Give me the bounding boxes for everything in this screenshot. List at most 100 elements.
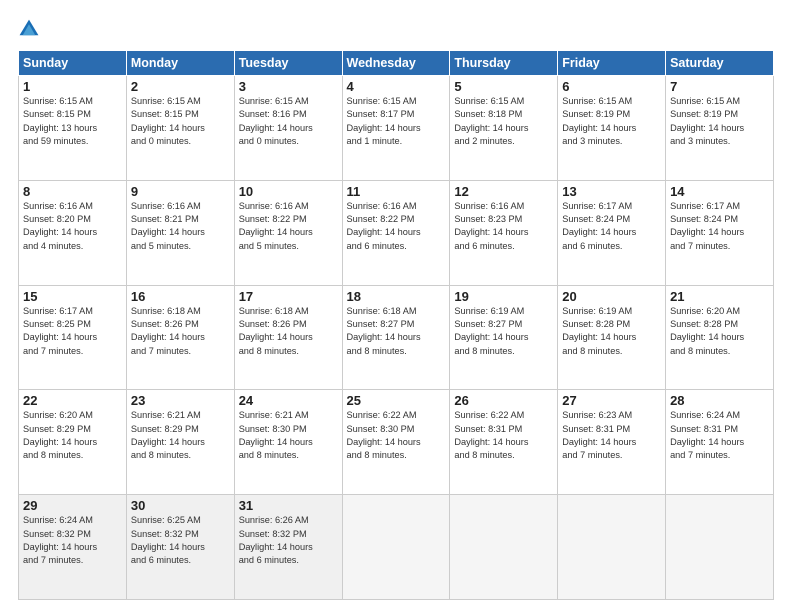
calendar-week-row: 1Sunrise: 6:15 AMSunset: 8:15 PMDaylight… <box>19 76 774 181</box>
day-info: Sunrise: 6:18 AMSunset: 8:26 PMDaylight:… <box>239 305 338 358</box>
calendar-cell: 16Sunrise: 6:18 AMSunset: 8:26 PMDayligh… <box>126 285 234 390</box>
day-number: 11 <box>347 184 446 199</box>
day-info: Sunrise: 6:15 AMSunset: 8:15 PMDaylight:… <box>131 95 230 148</box>
calendar-cell: 31Sunrise: 6:26 AMSunset: 8:32 PMDayligh… <box>234 495 342 600</box>
calendar-cell: 8Sunrise: 6:16 AMSunset: 8:20 PMDaylight… <box>19 180 127 285</box>
calendar-cell: 26Sunrise: 6:22 AMSunset: 8:31 PMDayligh… <box>450 390 558 495</box>
day-number: 23 <box>131 393 230 408</box>
calendar-cell: 21Sunrise: 6:20 AMSunset: 8:28 PMDayligh… <box>666 285 774 390</box>
day-info: Sunrise: 6:17 AMSunset: 8:25 PMDaylight:… <box>23 305 122 358</box>
day-number: 31 <box>239 498 338 513</box>
day-info: Sunrise: 6:16 AMSunset: 8:22 PMDaylight:… <box>239 200 338 253</box>
calendar-week-row: 22Sunrise: 6:20 AMSunset: 8:29 PMDayligh… <box>19 390 774 495</box>
day-info: Sunrise: 6:15 AMSunset: 8:18 PMDaylight:… <box>454 95 553 148</box>
calendar-cell: 11Sunrise: 6:16 AMSunset: 8:22 PMDayligh… <box>342 180 450 285</box>
day-number: 21 <box>670 289 769 304</box>
day-number: 25 <box>347 393 446 408</box>
day-number: 8 <box>23 184 122 199</box>
day-info: Sunrise: 6:25 AMSunset: 8:32 PMDaylight:… <box>131 514 230 567</box>
day-info: Sunrise: 6:17 AMSunset: 8:24 PMDaylight:… <box>670 200 769 253</box>
calendar-cell: 23Sunrise: 6:21 AMSunset: 8:29 PMDayligh… <box>126 390 234 495</box>
calendar-week-row: 15Sunrise: 6:17 AMSunset: 8:25 PMDayligh… <box>19 285 774 390</box>
calendar-week-row: 29Sunrise: 6:24 AMSunset: 8:32 PMDayligh… <box>19 495 774 600</box>
logo <box>18 18 44 40</box>
calendar-cell <box>450 495 558 600</box>
day-info: Sunrise: 6:21 AMSunset: 8:29 PMDaylight:… <box>131 409 230 462</box>
calendar-header-row: SundayMondayTuesdayWednesdayThursdayFrid… <box>19 51 774 76</box>
day-info: Sunrise: 6:18 AMSunset: 8:26 PMDaylight:… <box>131 305 230 358</box>
day-info: Sunrise: 6:19 AMSunset: 8:28 PMDaylight:… <box>562 305 661 358</box>
day-number: 10 <box>239 184 338 199</box>
day-info: Sunrise: 6:19 AMSunset: 8:27 PMDaylight:… <box>454 305 553 358</box>
day-info: Sunrise: 6:23 AMSunset: 8:31 PMDaylight:… <box>562 409 661 462</box>
day-info: Sunrise: 6:15 AMSunset: 8:19 PMDaylight:… <box>562 95 661 148</box>
day-info: Sunrise: 6:21 AMSunset: 8:30 PMDaylight:… <box>239 409 338 462</box>
day-header-sunday: Sunday <box>19 51 127 76</box>
day-header-saturday: Saturday <box>666 51 774 76</box>
calendar-cell: 30Sunrise: 6:25 AMSunset: 8:32 PMDayligh… <box>126 495 234 600</box>
calendar-cell: 2Sunrise: 6:15 AMSunset: 8:15 PMDaylight… <box>126 76 234 181</box>
calendar-cell: 19Sunrise: 6:19 AMSunset: 8:27 PMDayligh… <box>450 285 558 390</box>
day-info: Sunrise: 6:26 AMSunset: 8:32 PMDaylight:… <box>239 514 338 567</box>
calendar-cell: 20Sunrise: 6:19 AMSunset: 8:28 PMDayligh… <box>558 285 666 390</box>
day-info: Sunrise: 6:15 AMSunset: 8:19 PMDaylight:… <box>670 95 769 148</box>
calendar-cell: 3Sunrise: 6:15 AMSunset: 8:16 PMDaylight… <box>234 76 342 181</box>
calendar-cell: 7Sunrise: 6:15 AMSunset: 8:19 PMDaylight… <box>666 76 774 181</box>
calendar-cell <box>666 495 774 600</box>
day-number: 9 <box>131 184 230 199</box>
day-header-friday: Friday <box>558 51 666 76</box>
day-info: Sunrise: 6:15 AMSunset: 8:15 PMDaylight:… <box>23 95 122 148</box>
calendar-cell: 14Sunrise: 6:17 AMSunset: 8:24 PMDayligh… <box>666 180 774 285</box>
calendar-cell: 27Sunrise: 6:23 AMSunset: 8:31 PMDayligh… <box>558 390 666 495</box>
header <box>18 18 774 40</box>
day-number: 26 <box>454 393 553 408</box>
calendar-cell: 24Sunrise: 6:21 AMSunset: 8:30 PMDayligh… <box>234 390 342 495</box>
calendar-cell: 9Sunrise: 6:16 AMSunset: 8:21 PMDaylight… <box>126 180 234 285</box>
day-number: 15 <box>23 289 122 304</box>
day-info: Sunrise: 6:18 AMSunset: 8:27 PMDaylight:… <box>347 305 446 358</box>
calendar-week-row: 8Sunrise: 6:16 AMSunset: 8:20 PMDaylight… <box>19 180 774 285</box>
day-number: 14 <box>670 184 769 199</box>
calendar-cell: 29Sunrise: 6:24 AMSunset: 8:32 PMDayligh… <box>19 495 127 600</box>
day-info: Sunrise: 6:16 AMSunset: 8:23 PMDaylight:… <box>454 200 553 253</box>
day-number: 3 <box>239 79 338 94</box>
logo-icon <box>18 18 40 40</box>
calendar-cell: 12Sunrise: 6:16 AMSunset: 8:23 PMDayligh… <box>450 180 558 285</box>
day-number: 17 <box>239 289 338 304</box>
calendar-cell: 15Sunrise: 6:17 AMSunset: 8:25 PMDayligh… <box>19 285 127 390</box>
day-header-monday: Monday <box>126 51 234 76</box>
day-number: 12 <box>454 184 553 199</box>
day-header-tuesday: Tuesday <box>234 51 342 76</box>
calendar-cell: 17Sunrise: 6:18 AMSunset: 8:26 PMDayligh… <box>234 285 342 390</box>
day-info: Sunrise: 6:22 AMSunset: 8:30 PMDaylight:… <box>347 409 446 462</box>
calendar-cell: 18Sunrise: 6:18 AMSunset: 8:27 PMDayligh… <box>342 285 450 390</box>
day-number: 20 <box>562 289 661 304</box>
day-info: Sunrise: 6:16 AMSunset: 8:21 PMDaylight:… <box>131 200 230 253</box>
calendar-cell: 6Sunrise: 6:15 AMSunset: 8:19 PMDaylight… <box>558 76 666 181</box>
day-info: Sunrise: 6:15 AMSunset: 8:16 PMDaylight:… <box>239 95 338 148</box>
day-number: 2 <box>131 79 230 94</box>
day-number: 1 <box>23 79 122 94</box>
day-header-thursday: Thursday <box>450 51 558 76</box>
day-info: Sunrise: 6:16 AMSunset: 8:20 PMDaylight:… <box>23 200 122 253</box>
calendar-cell: 13Sunrise: 6:17 AMSunset: 8:24 PMDayligh… <box>558 180 666 285</box>
day-info: Sunrise: 6:15 AMSunset: 8:17 PMDaylight:… <box>347 95 446 148</box>
day-number: 19 <box>454 289 553 304</box>
calendar-cell <box>558 495 666 600</box>
day-number: 22 <box>23 393 122 408</box>
day-number: 24 <box>239 393 338 408</box>
calendar-cell: 5Sunrise: 6:15 AMSunset: 8:18 PMDaylight… <box>450 76 558 181</box>
calendar-cell: 4Sunrise: 6:15 AMSunset: 8:17 PMDaylight… <box>342 76 450 181</box>
calendar-cell: 25Sunrise: 6:22 AMSunset: 8:30 PMDayligh… <box>342 390 450 495</box>
day-number: 7 <box>670 79 769 94</box>
day-number: 29 <box>23 498 122 513</box>
calendar-table: SundayMondayTuesdayWednesdayThursdayFrid… <box>18 50 774 600</box>
day-info: Sunrise: 6:17 AMSunset: 8:24 PMDaylight:… <box>562 200 661 253</box>
calendar-cell: 10Sunrise: 6:16 AMSunset: 8:22 PMDayligh… <box>234 180 342 285</box>
page: SundayMondayTuesdayWednesdayThursdayFrid… <box>0 0 792 612</box>
calendar-cell: 28Sunrise: 6:24 AMSunset: 8:31 PMDayligh… <box>666 390 774 495</box>
calendar-cell: 22Sunrise: 6:20 AMSunset: 8:29 PMDayligh… <box>19 390 127 495</box>
day-info: Sunrise: 6:22 AMSunset: 8:31 PMDaylight:… <box>454 409 553 462</box>
day-number: 27 <box>562 393 661 408</box>
calendar-cell <box>342 495 450 600</box>
